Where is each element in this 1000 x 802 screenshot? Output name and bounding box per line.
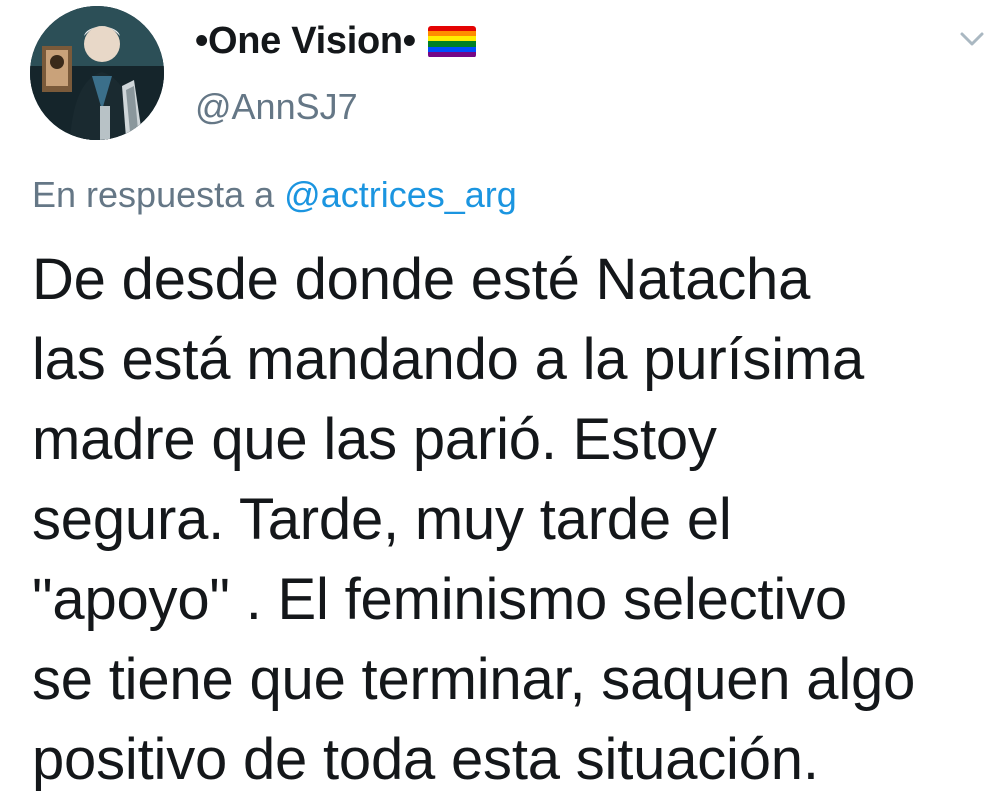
tweet-text-line: las está mandando a la purísima <box>32 327 865 392</box>
tweet-text-line: madre que las parió. Estoy <box>32 407 717 472</box>
display-name[interactable]: •One Vision• <box>195 20 476 63</box>
tweet-text-line: "apoyo" . El feminismo selectivo <box>32 567 847 632</box>
rainbow-flag-icon <box>427 25 476 58</box>
avatar-image <box>30 6 164 140</box>
reply-context: En respuesta a @actrices_arg <box>32 174 517 216</box>
chevron-down-icon[interactable] <box>957 28 987 50</box>
tweet-text: De desde donde esté Natacha las está man… <box>32 240 992 800</box>
reply-prefix: En respuesta a <box>32 174 275 215</box>
user-handle[interactable]: @AnnSJ7 <box>195 86 358 128</box>
display-name-text: •One Vision• <box>195 20 416 62</box>
tweet-text-line: positivo de toda esta situación. <box>32 727 819 792</box>
tweet-text-line: De desde donde esté Natacha <box>32 247 811 312</box>
tweet: •One Vision• @AnnSJ7 En respuesta a @act… <box>0 0 1000 802</box>
tweet-text-line: segura. Tarde, muy tarde el <box>32 487 732 552</box>
avatar[interactable] <box>30 6 164 140</box>
reply-mention-link[interactable]: @actrices_arg <box>284 174 517 215</box>
tweet-text-line: se tiene que terminar, saquen algo <box>32 647 916 712</box>
